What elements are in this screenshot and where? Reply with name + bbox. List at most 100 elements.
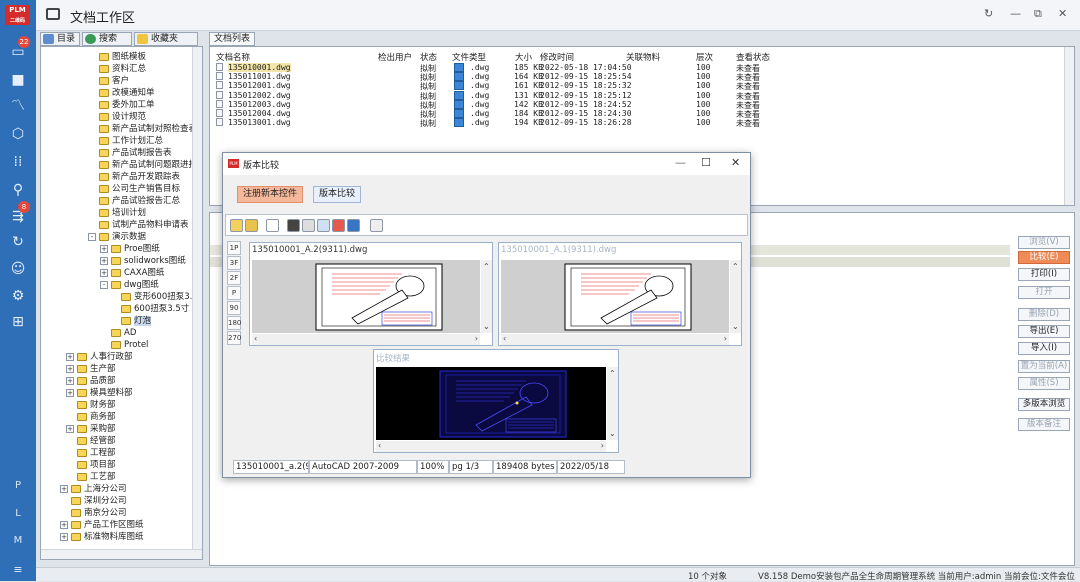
settings-icon[interactable]: ⚙ [8,286,28,306]
tree-node[interactable]: 财务部 [77,399,116,411]
tree-node[interactable]: 深圳分公司 [71,495,127,507]
tree-node[interactable]: + 采购部 [66,423,116,435]
table-row[interactable]: 135013001.dwg 拟制 .dwg 194 KB 2012-09-15 18:2… [210,118,1065,128]
tree-node[interactable]: Protel [111,339,148,351]
col-size[interactable]: 大小 [515,51,532,63]
folder-icon[interactable]: ■ [8,70,28,90]
tree-node[interactable]: 商务部 [77,411,116,423]
tree-node[interactable]: + CAXA图纸 [100,267,164,279]
side-tool-button[interactable]: 270 [227,331,241,345]
viewer-left[interactable]: 135010001_A.2(9311).dwg ⌃ ⌄ ‹ › [249,242,493,346]
tree-node[interactable]: 公司生产销售目标 [99,183,180,195]
list-vertical-scrollbar[interactable] [1064,47,1074,205]
action-button[interactable]: 置为当前(A) [1018,360,1070,373]
refresh-window-icon[interactable]: ↻ [984,7,993,20]
grid-icon[interactable]: ⁞⁞ [8,152,28,172]
col-modified[interactable]: 修改时间 [540,51,574,63]
drawing-canvas-left[interactable] [252,260,480,333]
open-folder-icon[interactable] [230,219,243,232]
expand-icon[interactable]: + [100,245,108,253]
expand-icon[interactable]: + [100,269,108,277]
expand-icon[interactable]: + [60,485,68,493]
action-button[interactable]: 打印(I) [1018,268,1070,281]
tree-node[interactable]: 新产品试制问题跟进报 [99,159,193,171]
col-file-type[interactable]: 文件类型 [452,51,486,63]
expand-icon[interactable]: + [66,353,74,361]
viewer-right-horizontal-scrollbar[interactable]: ‹ › [501,334,729,345]
tree-node[interactable]: + Proe图纸 [100,243,160,255]
tree-node[interactable]: 工程部 [77,447,116,459]
side-tool-button[interactable]: 90 [227,301,241,315]
tree-node[interactable]: - dwg图纸 [100,279,159,291]
action-button[interactable]: 导入(I) [1018,342,1070,355]
tree-node[interactable]: 委外加工单 [99,99,155,111]
tree-node[interactable]: + 产品工作区图纸 [60,519,144,531]
viewer-left-vertical-scrollbar[interactable]: ⌃ ⌄ [481,260,492,333]
print-preview-icon[interactable] [370,219,383,232]
col-view-status[interactable]: 查看状态 [736,51,770,63]
screen-icon[interactable] [347,219,360,232]
tree-node[interactable]: AD [111,327,136,339]
expand-icon[interactable]: + [66,377,74,385]
expand-icon[interactable]: + [66,365,74,373]
table-row[interactable]: 135012004.dwg 拟制 .dwg 184 KB 2012-09-15 18:2… [210,109,1065,119]
tree-node[interactable]: - 演示数据 [88,231,146,243]
tab-document-list[interactable]: 文档列表 [209,32,256,46]
action-button[interactable]: 导出(E) [1018,325,1070,338]
tree-node[interactable]: 产品试制报告表 [99,147,172,159]
action-button[interactable]: 属性(S) [1018,377,1070,390]
search-icon[interactable]: ⚲ [8,180,28,200]
action-button[interactable]: 比较(E) [1018,251,1070,264]
layer-icon[interactable] [287,219,300,232]
tree-node[interactable]: 灯泡 [121,315,152,327]
expand-icon[interactable]: + [66,389,74,397]
action-button[interactable]: 版本备注 [1018,418,1070,431]
action-button[interactable]: 浏览(V) [1018,236,1070,249]
tab-search[interactable]: 搜索 [82,32,132,46]
tree-vertical-scrollbar[interactable] [192,47,202,559]
drawing-canvas-right[interactable] [501,260,729,333]
close-button[interactable]: ✕ [1058,7,1067,20]
tree-node[interactable]: 600扭泵3.5寸 [121,303,189,315]
tree-node[interactable]: 产品试验报告汇总 [99,195,180,207]
tree-node[interactable]: 变形600扭泵3.5 [121,291,193,303]
tab-favorites[interactable]: 收藏夹 [134,32,198,46]
tree-node[interactable]: 南京分公司 [71,507,127,519]
col-related-material[interactable]: 关联物料 [626,51,660,63]
refresh-icon[interactable]: ↻ [8,232,28,252]
apps-icon[interactable]: ⊞ [8,312,28,332]
expand-icon[interactable]: + [60,521,68,529]
tree-node[interactable]: 培训计划 [99,207,146,219]
tree-node[interactable]: + 模具塑料部 [66,387,133,399]
drawing-canvas-result[interactable] [376,367,606,440]
folder-icon[interactable] [245,219,258,232]
col-status[interactable]: 状态 [420,51,437,63]
viewer-right[interactable]: 135010001_A.1(9311).dwg ⌃ ⌄ ‹ › [498,242,742,346]
tree-node[interactable]: 新产品开发跟踪表 [99,171,180,183]
dialog-close-button[interactable]: ✕ [731,156,740,169]
action-button[interactable]: 删除(D) [1018,308,1070,321]
menu-icon[interactable]: ≡ [8,560,28,580]
expand-icon[interactable]: + [66,425,74,433]
tree-node[interactable]: + 标准物料库图纸 [60,531,144,543]
side-tool-button[interactable]: 3F [227,256,241,270]
tree-node[interactable]: 工艺部 [77,471,116,483]
tab-catalog[interactable]: 目录 [40,32,80,46]
tree-node[interactable]: 设计规范 [99,111,146,123]
tree-node[interactable]: 资料汇总 [99,63,146,75]
tree-node[interactable]: + 品质部 [66,375,116,387]
col-name[interactable]: 文档名称 [216,51,250,63]
tree-node[interactable]: 经管部 [77,435,116,447]
table-row[interactable]: 135012002.dwg 拟制 .dwg 131 KB 2012-09-15 18:2… [210,90,1065,101]
table-row[interactable]: 135012003.dwg 拟制 .dwg 142 KB 2012-09-15 18:2… [210,99,1065,110]
viewer-result[interactable]: 比较结果 ⌃ ⌄ ‹ › [373,349,619,453]
color-icon[interactable] [332,219,345,232]
table-row[interactable]: 135011001.dwg 拟制 .dwg 164 KB 2012-09-15 18:2… [210,72,1065,82]
expand-icon[interactable]: + [60,533,68,541]
viewer-left-horizontal-scrollbar[interactable]: ‹ › [252,334,480,345]
tree-node[interactable]: + 上海分公司 [60,483,127,495]
table-row[interactable]: 135010001.dwg 拟制 .dwg 185 KB 2022-05-18 17:0… [210,63,1065,73]
action-button[interactable]: 打开 [1018,286,1070,299]
tree-node[interactable]: 图纸模板 [99,51,146,63]
tree-node[interactable]: 客户 [99,75,129,87]
